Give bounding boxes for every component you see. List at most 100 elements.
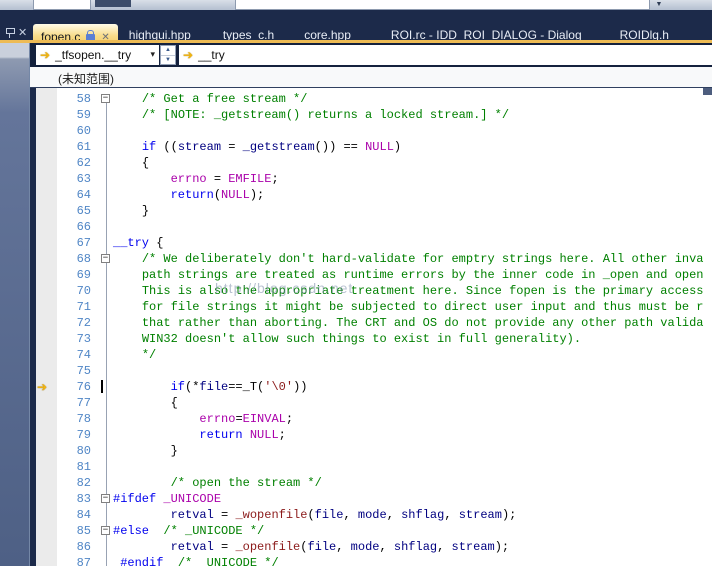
code-line: 58 − /* Get a free stream */: [30, 91, 712, 107]
code-text: for file strings it might be subjected t…: [113, 299, 704, 315]
code-line: 78 errno=EINVAL;: [30, 411, 712, 427]
line-number: 83: [57, 491, 91, 507]
code-text: errno=EINVAL;: [113, 411, 293, 427]
close-icon[interactable]: ✕: [18, 26, 27, 39]
code-text: #else /* _UNICODE */: [113, 523, 264, 539]
line-number: 85: [57, 523, 91, 539]
code-line: 61 if ((stream = _getstream()) == NULL): [30, 139, 712, 155]
line-number: 63: [57, 171, 91, 187]
code-line: 63 errno = EMFILE;: [30, 171, 712, 187]
code-line: 83 −#ifdef _UNICODE: [30, 491, 712, 507]
spinner-down-button[interactable]: ▼: [161, 56, 175, 65]
line-number: 75: [57, 363, 91, 379]
line-number: 72: [57, 315, 91, 331]
code-line: 60: [30, 123, 712, 139]
code-line: 84 retval = _wopenfile(file, mode, shfla…: [30, 507, 712, 523]
code-text: */: [113, 347, 156, 363]
nav-spinner: ▲ ▼: [160, 45, 176, 65]
code-line: 80 }: [30, 443, 712, 459]
code-text: retval = _openfile(file, mode, shflag, s…: [113, 539, 509, 555]
pin-icon[interactable]: [6, 28, 15, 34]
code-text: that rather than aborting. The CRT and O…: [113, 315, 704, 331]
line-number: 65: [57, 203, 91, 219]
document-tab-bar: ✕ fopen.c✕highgui.hpptypes_c.hcore.hppRO…: [0, 10, 712, 40]
line-number: 62: [57, 155, 91, 171]
line-number: 80: [57, 443, 91, 459]
line-number: 66: [57, 219, 91, 235]
line-number: 67: [57, 235, 91, 251]
code-text: {: [113, 155, 149, 171]
nav-arrow-icon: ➔: [40, 48, 50, 62]
code-line: 87 #endif /* _UNICODE */: [30, 555, 712, 566]
code-text: WIN32 doesn't allow such things to exist…: [113, 331, 581, 347]
code-text: if ((stream = _getstream()) == NULL): [113, 139, 401, 155]
function-dropdown[interactable]: ➔ _tfsopen.__try ▾: [36, 45, 159, 65]
code-text: /* [NOTE: _getstream() returns a locked …: [113, 107, 509, 123]
line-number: 61: [57, 139, 91, 155]
code-line: 69 path strings are treated as runtime e…: [30, 267, 712, 283]
code-text: {: [113, 395, 178, 411]
spinner-up-button[interactable]: ▲: [161, 46, 175, 56]
code-text: This is also the appropriate treatment h…: [113, 283, 704, 299]
navigation-bar: ➔ _tfsopen.__try ▾ ▲ ▼ ➔ __try: [30, 43, 712, 67]
code-text: if(*file==_T('\0')): [113, 379, 307, 395]
code-line: 73 WIN32 doesn't allow such things to ex…: [30, 331, 712, 347]
code-line: 62 {: [30, 155, 712, 171]
chevron-down-icon[interactable]: ▾: [150, 49, 155, 60]
code-line: 74 */: [30, 347, 712, 363]
line-number: 76: [57, 379, 91, 395]
text-caret: [101, 380, 103, 393]
code-line: 77 {: [30, 395, 712, 411]
code-line: 70 This is also the appropriate treatmen…: [30, 283, 712, 299]
line-number: 68: [57, 251, 91, 267]
code-line: 82 /* open the stream */: [30, 475, 712, 491]
code-text: #ifdef _UNICODE: [113, 491, 221, 507]
line-number: 71: [57, 299, 91, 315]
function-dropdown-value: _tfsopen.__try: [55, 48, 131, 62]
fold-collapse-box[interactable]: −: [101, 94, 110, 103]
code-line: 81: [30, 459, 712, 475]
scope-label: (未知范围): [58, 70, 114, 87]
code-text: retval = _wopenfile(file, mode, shflag, …: [113, 507, 516, 523]
code-editor[interactable]: 58− /* Get a free stream */59 /* [NOTE: …: [30, 88, 712, 566]
line-number: 58: [57, 91, 91, 107]
context-dropdown[interactable]: ➔ __try: [179, 45, 712, 65]
line-number: 64: [57, 187, 91, 203]
code-line: 86 retval = _openfile(file, mode, shflag…: [30, 539, 712, 555]
code-text: /* Get a free stream */: [113, 91, 307, 107]
code-text: }: [113, 443, 178, 459]
left-dock-rail: [0, 43, 30, 566]
fold-collapse-box[interactable]: −: [101, 494, 110, 503]
code-text: #endif /* _UNICODE */: [113, 555, 279, 566]
code-line: 66: [30, 219, 712, 235]
code-line: 75: [30, 363, 712, 379]
code-line: 59 /* [NOTE: _getstream() returns a lock…: [30, 107, 712, 123]
code-line: 71 for file strings it might be subjecte…: [30, 299, 712, 315]
current-statement-arrow-icon: ➔: [37, 379, 47, 395]
code-text: errno = EMFILE;: [113, 171, 279, 187]
context-dropdown-value: __try: [198, 48, 225, 62]
line-number: 81: [57, 459, 91, 475]
code-line: 79 return NULL;: [30, 427, 712, 443]
code-text: return NULL;: [113, 427, 286, 443]
code-line: 68 − /* We deliberately don't hard-valida…: [30, 251, 712, 267]
code-line: 72 that rather than aborting. The CRT an…: [30, 315, 712, 331]
toolbar-combo-partial[interactable]: [33, 0, 91, 10]
line-number: 82: [57, 475, 91, 491]
toolbar-button-partial[interactable]: [95, 0, 131, 7]
toolbar-searchbox-partial[interactable]: [235, 0, 650, 10]
code-text: /* open the stream */: [113, 475, 322, 491]
code-text: /* We deliberately don't hard-validate f…: [113, 251, 704, 267]
line-number: 79: [57, 427, 91, 443]
nav-arrow-icon: ➔: [183, 48, 193, 62]
line-number: 59: [57, 107, 91, 123]
code-line: 65 }: [30, 203, 712, 219]
line-number: 74: [57, 347, 91, 363]
watermark-text: http://blog.csdn.net: [215, 280, 353, 296]
code-line: 64 return(NULL);: [30, 187, 712, 203]
fold-collapse-box[interactable]: −: [101, 526, 110, 535]
toolbar-dropdown-arrow-icon[interactable]: ▼: [650, 0, 668, 9]
fold-collapse-box[interactable]: −: [101, 254, 110, 263]
code-text: return(NULL);: [113, 187, 264, 203]
line-number: 70: [57, 283, 91, 299]
